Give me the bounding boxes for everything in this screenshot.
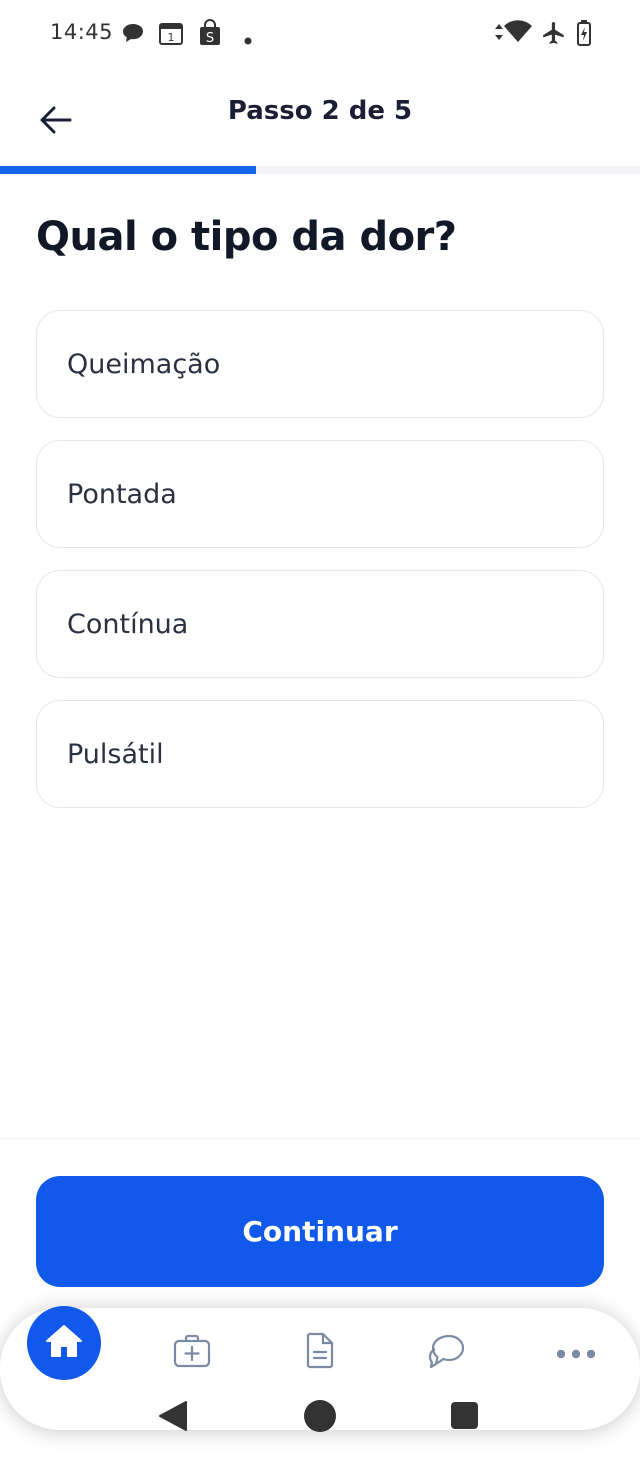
more-icon <box>556 1344 596 1363</box>
svg-text:S: S <box>206 31 214 46</box>
option-continua[interactable]: Contínua <box>36 570 604 678</box>
wifi-icon <box>503 20 533 48</box>
status-time: 14:45 <box>50 20 114 44</box>
option-label: Pontada <box>67 478 177 510</box>
nav-documents[interactable] <box>283 1318 357 1388</box>
svg-text:1: 1 <box>168 31 175 44</box>
document-icon <box>304 1332 336 1374</box>
option-label: Pulsátil <box>67 738 164 770</box>
status-bar: 14:45 1 S <box>0 0 640 66</box>
options-list: Queimação Pontada Contínua Pulsátil <box>36 310 604 830</box>
option-pontada[interactable]: Pontada <box>36 440 604 548</box>
system-home-icon[interactable] <box>304 1400 336 1432</box>
option-label: Queimação <box>67 348 221 380</box>
nav-more[interactable] <box>539 1318 613 1388</box>
calendar-icon: 1 <box>158 22 184 50</box>
dot-icon <box>244 30 252 49</box>
nav-chat[interactable] <box>410 1318 484 1388</box>
option-label: Contínua <box>67 608 189 640</box>
continue-button[interactable]: Continuar <box>36 1176 604 1287</box>
battery-icon <box>576 19 592 51</box>
option-pulsatil[interactable]: Pulsátil <box>36 700 604 808</box>
airplane-icon <box>541 20 567 50</box>
chat-bubble-icon <box>121 22 145 48</box>
header: Passo 2 de 5 <box>0 66 640 166</box>
progress-fill <box>0 166 256 174</box>
footer-divider <box>0 1138 640 1139</box>
system-back-icon[interactable] <box>158 1400 188 1436</box>
option-queimacao[interactable]: Queimação <box>36 310 604 418</box>
progress-bar <box>0 166 640 174</box>
question-title: Qual o tipo da dor? <box>36 214 457 260</box>
nav-medical[interactable] <box>155 1318 229 1388</box>
home-icon <box>45 1323 83 1363</box>
page-title: Passo 2 de 5 <box>227 96 413 126</box>
system-recents-icon[interactable] <box>451 1402 478 1429</box>
nav-home[interactable] <box>27 1306 101 1380</box>
chat-icon <box>427 1332 467 1374</box>
shopping-bag-icon: S <box>198 18 222 50</box>
medical-kit-icon <box>172 1333 212 1373</box>
